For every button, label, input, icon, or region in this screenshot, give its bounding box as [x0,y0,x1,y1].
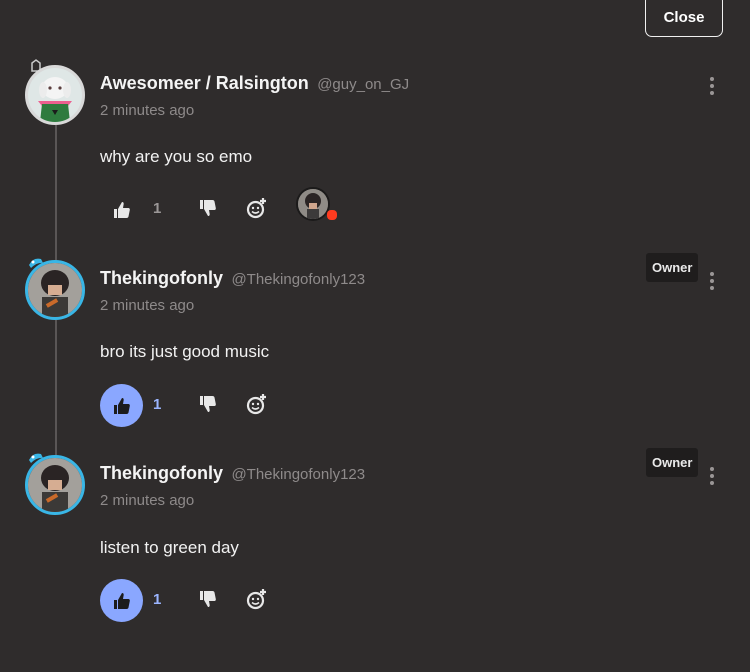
dislike-button[interactable] [196,392,220,416]
comment-timestamp: 2 minutes ago [100,297,195,314]
dislike-button[interactable] [196,587,220,611]
comment-timestamp: 2 minutes ago [100,102,195,119]
like-count: 1 [153,200,162,217]
thumbs-down-icon [200,396,216,412]
add-reaction-button[interactable] [245,587,269,611]
comment-actions: 1 [100,187,400,232]
author-handle[interactable]: @Thekingofonly123 [231,466,365,483]
like-button[interactable] [100,188,143,231]
author-name[interactable]: Thekingofonly [100,268,223,288]
thread-line [55,320,57,460]
add-emoji-icon [246,589,266,610]
author-name[interactable]: Awesomeer / Ralsington [100,73,309,93]
like-button[interactable] [100,579,143,622]
add-reaction-button[interactable] [245,392,269,416]
dislike-button[interactable] [196,196,220,220]
like-button[interactable] [100,384,143,427]
avatar[interactable] [25,455,85,515]
thumbs-down-icon [200,591,216,607]
author-row: Thekingofonly @Thekingofonly123 [100,463,365,484]
add-reaction-button[interactable] [245,196,269,220]
more-options-icon[interactable] [706,465,718,487]
comment-body: bro its just good music [100,342,270,361]
more-options-icon[interactable] [706,75,718,97]
thumbs-up-icon [113,397,130,414]
avatar[interactable] [25,260,85,320]
author-handle[interactable]: @guy_on_GJ [317,76,409,93]
like-count: 1 [153,591,162,608]
thumbs-up-icon [113,201,130,218]
close-button[interactable]: Close [645,0,723,37]
like-count: 1 [153,396,162,413]
avatar[interactable] [25,65,85,125]
owner-badge: Owner [646,448,699,477]
add-emoji-icon [246,198,266,219]
thread-line [55,125,57,265]
owner-badge: Owner [646,253,699,282]
reaction-badge [327,210,337,220]
author-row: Thekingofonly @Thekingofonly123 [100,268,365,289]
comment-body: why are you so emo [100,147,253,166]
comment-timestamp: 2 minutes ago [100,492,195,509]
author-handle[interactable]: @Thekingofonly123 [231,271,365,288]
comment-actions: 1 [100,579,400,623]
comment-actions: 1 [100,384,400,428]
thumbs-up-icon [113,592,130,609]
author-row: Awesomeer / Ralsington @guy_on_GJ [100,73,409,94]
comment-body: listen to green day [100,538,239,557]
add-emoji-icon [246,394,266,415]
thumbs-down-icon [200,200,216,216]
reaction-avatar[interactable] [296,187,337,225]
author-name[interactable]: Thekingofonly [100,463,223,483]
more-options-icon[interactable] [706,270,718,292]
